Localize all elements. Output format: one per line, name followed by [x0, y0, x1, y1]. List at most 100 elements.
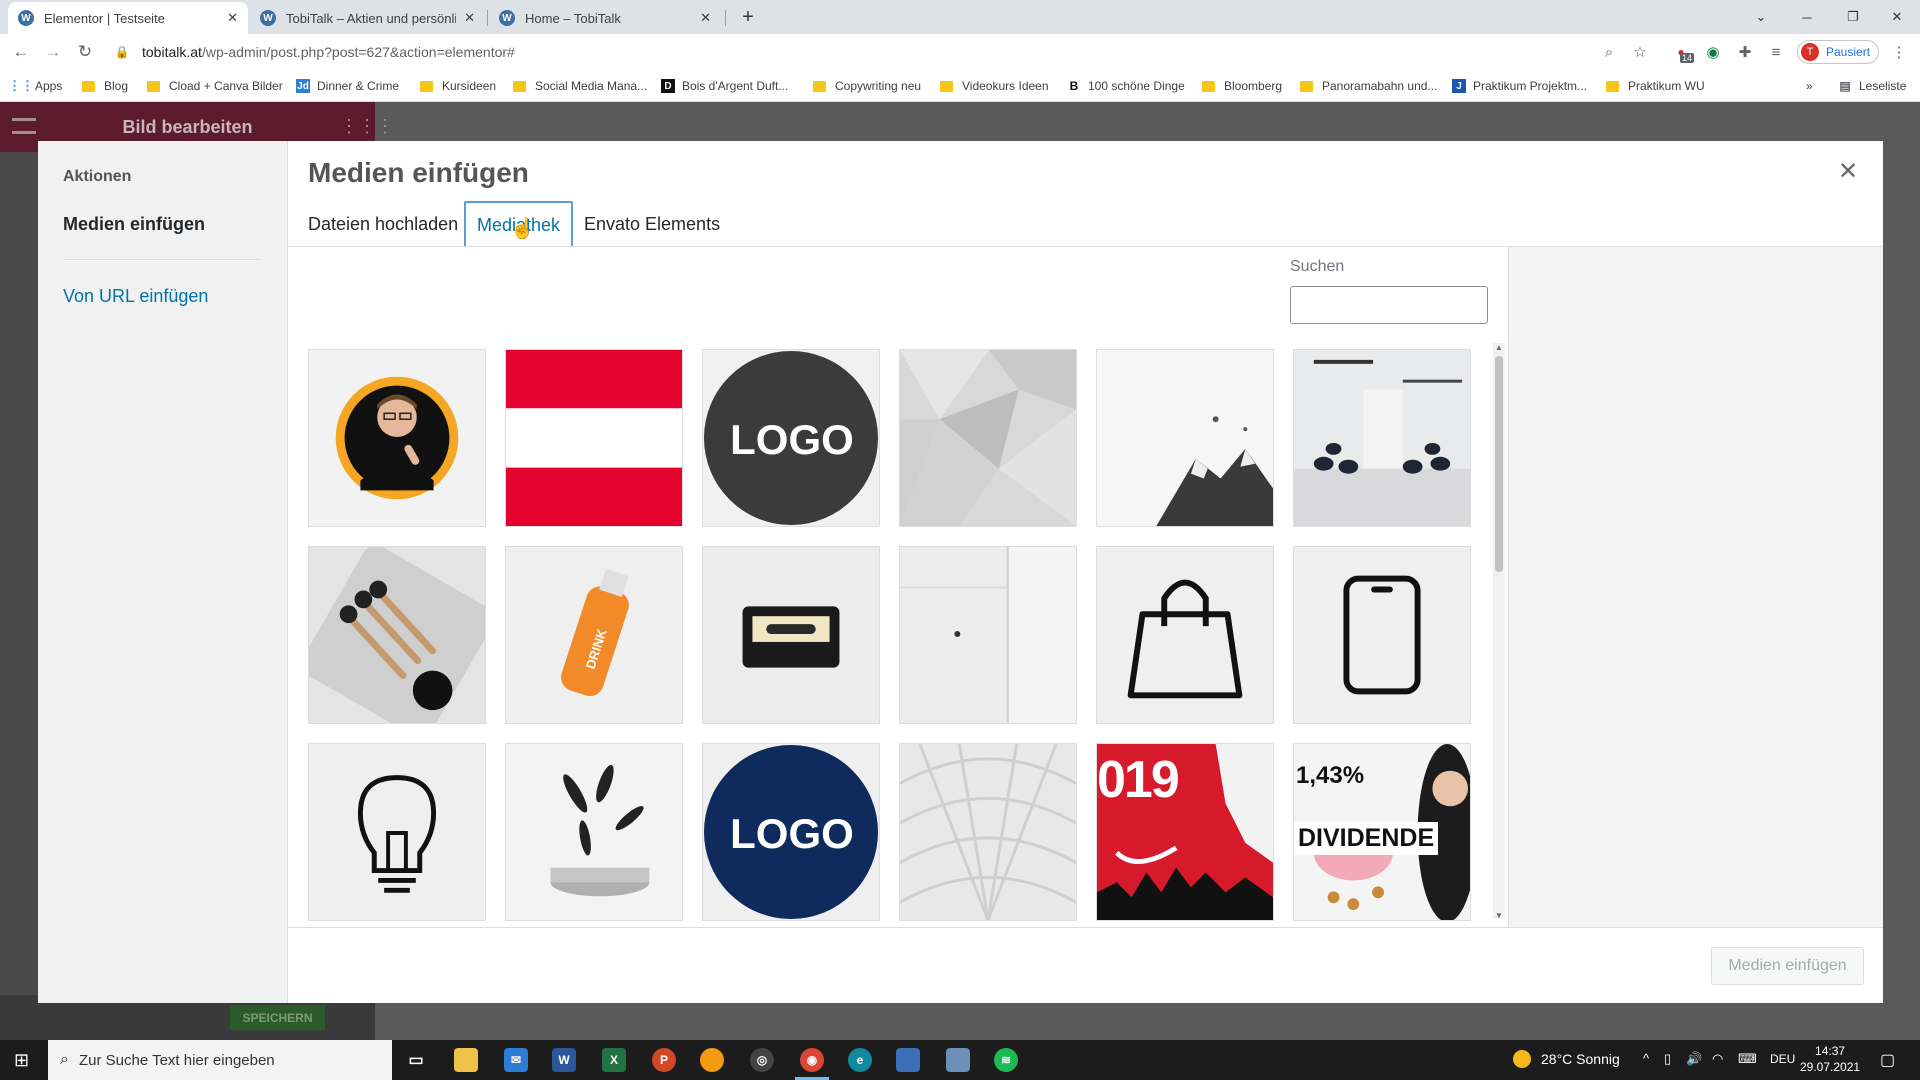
insert-media-button[interactable]: Medien einfügen [1711, 947, 1864, 985]
menu-dots-icon[interactable]: ⋮ [1888, 41, 1910, 63]
austria-flag-image [506, 350, 682, 526]
tab-search-icon[interactable]: ⌄ [1738, 0, 1784, 34]
folder-icon [513, 80, 526, 92]
bookmark-item[interactable]: Kursideen [420, 77, 496, 95]
sidebar-item-insert-media[interactable]: Medien einfügen [63, 214, 205, 235]
weather-widget[interactable]: 28°C Sonnig [1513, 1050, 1620, 1068]
address-bar[interactable]: tobitalk.at/wp-admin/post.php?post=627&a… [142, 39, 515, 65]
bookmark-item[interactable]: Bloomberg [1202, 77, 1282, 95]
media-thumbnail[interactable] [702, 546, 880, 724]
taskbar-search[interactable]: ⌕ Zur Suche Text hier eingeben [48, 1040, 392, 1080]
grammarly-icon[interactable]: ◉ [1702, 41, 1724, 63]
attachment-details-panel [1508, 247, 1883, 927]
close-modal-icon[interactable]: ✕ [1838, 160, 1858, 184]
network-icon[interactable]: ◠ [1712, 1051, 1723, 1067]
mail-icon[interactable]: ✉ [504, 1048, 528, 1072]
more-bookmarks-button[interactable]: » [1806, 77, 1813, 95]
reload-icon[interactable]: ↻ [72, 40, 98, 64]
media-thumbnail[interactable]: LOGO [702, 743, 880, 921]
scroll-up-icon[interactable]: ▲ [1494, 343, 1504, 352]
extensions-puzzle-icon[interactable]: ✚ [1734, 41, 1756, 63]
close-tab-icon[interactable]: ✕ [700, 10, 711, 26]
word-icon[interactable]: W [552, 1048, 576, 1072]
bookmark-item[interactable]: Videokurs Ideen [940, 77, 1049, 95]
media-thumbnail[interactable] [308, 743, 486, 921]
obs-icon[interactable]: ◎ [750, 1048, 774, 1072]
windows-start-icon[interactable]: ⊞ [14, 1050, 29, 1071]
excel-icon[interactable]: X [602, 1048, 626, 1072]
reading-list-icon[interactable]: ≡ [1765, 41, 1787, 63]
edge-icon[interactable]: e [848, 1048, 872, 1072]
zoom-icon[interactable]: ⌕ [1598, 41, 1620, 63]
bookmark-item[interactable]: B 100 schöne Dinge [1067, 77, 1185, 95]
reading-list-button[interactable]: ▤ Leseliste [1838, 77, 1906, 95]
language-indicator[interactable]: DEU [1770, 1052, 1795, 1066]
media-thumbnail[interactable] [1293, 349, 1471, 527]
battery-icon[interactable]: ▯ [1664, 1051, 1671, 1067]
media-thumbnail[interactable]: DRINK [505, 546, 683, 724]
bookmark-item[interactable]: Social Media Mana... [513, 77, 647, 95]
media-thumbnail[interactable] [308, 546, 486, 724]
profile-button[interactable]: T Pausiert [1797, 40, 1879, 64]
file-explorer-icon[interactable] [454, 1048, 478, 1072]
tab-upload-files[interactable]: Dateien hochladen [297, 201, 469, 247]
browser-tab-tobitalk[interactable]: W TobiTalk – Aktien und persönliche ✕ [250, 2, 485, 34]
task-view-icon[interactable]: ▭ [404, 1048, 428, 1072]
cassette-tape-image [703, 547, 879, 723]
bookmark-item[interactable]: Blog [82, 77, 128, 95]
app-icon[interactable] [700, 1048, 724, 1072]
lock-icon[interactable]: 🔒 [112, 40, 132, 64]
media-thumbnail[interactable] [899, 349, 1077, 527]
bookmark-item[interactable]: Panoramabahn und... [1300, 77, 1437, 95]
bookmark-item[interactable]: D Bois d'Argent Duft... [661, 77, 788, 95]
bookmark-item[interactable]: Copywriting neu [813, 77, 921, 95]
scrollbar-thumb[interactable] [1495, 356, 1503, 572]
powerpoint-icon[interactable]: P [652, 1048, 676, 1072]
keyboard-icon[interactable]: ⌨ [1738, 1051, 1757, 1067]
notifications-icon[interactable]: ▢ [1880, 1050, 1895, 1070]
bookmark-item[interactable]: Cload + Canva Bilder [147, 77, 283, 95]
media-thumbnail[interactable] [1096, 349, 1274, 527]
close-tab-icon[interactable]: ✕ [464, 10, 475, 26]
volume-icon[interactable]: 🔊 [1686, 1051, 1702, 1067]
bookmark-item[interactable]: Jd Dinner & Crime [296, 77, 399, 95]
close-window-button[interactable]: ✕ [1874, 0, 1920, 34]
media-thumbnail[interactable]: 1,43% DIVIDENDE [1293, 743, 1471, 921]
browser-tab-home[interactable]: W Home – TobiTalk ✕ [489, 2, 721, 34]
bookmark-item[interactable]: J Praktikum Projektm... [1452, 77, 1587, 95]
bookmark-label: Dinner & Crime [317, 79, 400, 93]
sidebar-item-insert-from-url[interactable]: Von URL einfügen [63, 286, 208, 307]
media-thumbnail[interactable] [505, 743, 683, 921]
media-thumbnail[interactable] [899, 546, 1077, 724]
back-icon[interactable]: ← [8, 40, 34, 64]
restore-button[interactable]: ❐ [1830, 0, 1876, 34]
new-tab-button[interactable]: + [725, 0, 771, 34]
folder-icon [1202, 80, 1215, 92]
lattice-ceiling-image [900, 744, 1076, 920]
bookmark-label: Bois d'Argent Duft... [682, 79, 789, 93]
close-tab-icon[interactable]: ✕ [227, 10, 238, 26]
chrome-icon[interactable]: ◉ [800, 1048, 824, 1072]
media-thumbnail[interactable]: LOGO [702, 349, 880, 527]
bookmark-apps[interactable]: ⋮⋮ Apps [8, 77, 62, 95]
minimize-button[interactable]: ─ [1784, 0, 1830, 34]
forward-icon[interactable]: → [40, 40, 66, 64]
media-thumbnail[interactable] [899, 743, 1077, 921]
media-thumbnail[interactable] [505, 349, 683, 527]
tab-envato-elements[interactable]: Envato Elements [573, 201, 731, 247]
spotify-icon[interactable]: ≋ [994, 1048, 1018, 1072]
taskbar-clock[interactable]: 14:37 29.07.2021 [1800, 1043, 1860, 1075]
bookmark-star-icon[interactable]: ☆ [1629, 41, 1651, 63]
media-thumbnail[interactable]: 019 [1096, 743, 1274, 921]
media-thumbnail[interactable] [308, 349, 486, 527]
scroll-down-icon[interactable]: ▼ [1494, 911, 1504, 920]
media-thumbnail[interactable] [1293, 546, 1471, 724]
search-input[interactable] [1290, 286, 1488, 324]
clock-time: 14:37 [1815, 1044, 1846, 1058]
bookmark-item[interactable]: Praktikum WU [1606, 77, 1705, 95]
app-icon[interactable] [896, 1048, 920, 1072]
tray-chevron-icon[interactable]: ^ [1643, 1051, 1649, 1066]
browser-tab-elementor[interactable]: W Elementor | Testseite ✕ [8, 2, 248, 34]
app-icon[interactable] [946, 1048, 970, 1072]
media-thumbnail[interactable] [1096, 546, 1274, 724]
